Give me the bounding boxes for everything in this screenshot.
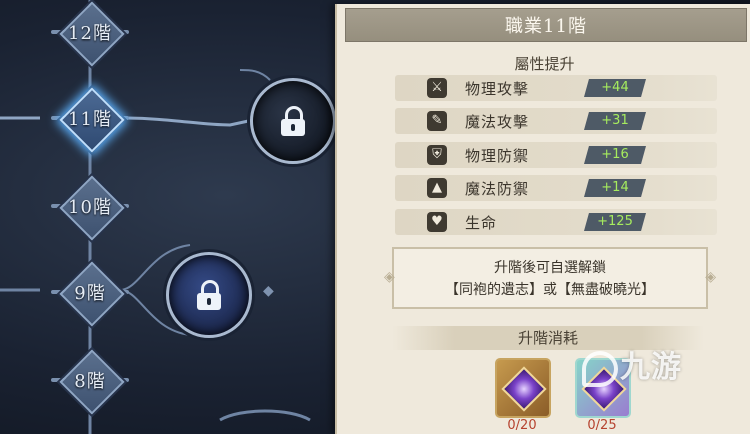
wand-icon: ✎	[427, 111, 447, 131]
rank-tree: 12階 11階 10階 9階 8階 ◆	[0, 0, 336, 434]
unlock-line-2: 【同袍的遺志】或【無盡破曉光】	[445, 282, 655, 298]
attribute-header: 屬性提升	[514, 55, 575, 73]
stat-row-magic-defense: ▲ 魔法防禦 +14	[395, 175, 717, 201]
watermark-logo-icon	[582, 350, 618, 387]
rank-node-label: 9階	[74, 283, 106, 304]
heart-icon: ♥	[427, 212, 447, 232]
stat-value: +14	[584, 179, 646, 197]
stat-row-physical-attack: ⚔ 物理攻擊 +44	[395, 75, 717, 101]
stat-name: 魔法防禦	[465, 180, 530, 198]
stat-name: 物理防禦	[465, 147, 530, 165]
stat-name: 魔法攻擊	[465, 113, 530, 131]
rank-node-11[interactable]: 11階	[51, 87, 129, 153]
rank-node-label: 10階	[68, 197, 112, 218]
cost-item-count: 0/25	[587, 418, 617, 433]
rank-node-9[interactable]: 9階	[51, 261, 129, 327]
watermark-text: 九游	[620, 350, 682, 385]
rank-node-label: 11階	[68, 109, 112, 130]
sword-icon: ⚔	[427, 78, 447, 98]
rank-node-label: 12階	[68, 23, 112, 44]
stat-name: 物理攻擊	[465, 80, 530, 98]
lock-icon	[280, 106, 306, 136]
stat-value: +44	[584, 79, 646, 97]
stat-row-magic-attack: ✎ 魔法攻擊 +31	[395, 108, 717, 134]
diamond-ornament-icon: ◆	[263, 283, 274, 299]
stat-value: +31	[584, 112, 646, 130]
panel-title: 職業11階	[345, 8, 747, 42]
rank-node-12[interactable]: 12階	[51, 1, 129, 67]
rank-detail-panel: 職業11階 屬性提升 ⚔ 物理攻擊 +44 ✎ 魔法攻擊 +31 ⛨ 物理防禦 …	[335, 4, 750, 434]
watermark-logo: 九游	[582, 342, 682, 387]
cost-item-count: 0/20	[507, 418, 537, 433]
unlock-line-1: 升階後可自選解鎖	[494, 260, 606, 276]
stat-value: +16	[584, 146, 646, 164]
ornament-right-icon: ◈	[705, 269, 716, 285]
locked-skill-orb-lower[interactable]	[166, 252, 252, 338]
stat-name: 生命	[465, 214, 498, 232]
shield-icon: ⛨	[427, 145, 447, 165]
stat-row-physical-defense: ⛨ 物理防禦 +16	[395, 142, 717, 168]
panel-title-text: 職業11階	[505, 16, 587, 37]
gold-gem-item-icon	[501, 366, 547, 412]
lock-icon	[196, 280, 222, 310]
cost-item-gold-gem[interactable]	[495, 358, 551, 418]
rank-node-8[interactable]: 8階	[51, 349, 129, 415]
rank-node-label: 8階	[74, 371, 106, 392]
stat-row-health: ♥ 生命 +125	[395, 209, 717, 235]
locked-skill-orb-upper[interactable]	[250, 78, 336, 164]
unlock-info-box: ◈ ◈ 升階後可自選解鎖 【同袍的遺志】或【無盡破曉光】	[384, 247, 716, 309]
wizard-hat-icon: ▲	[427, 178, 447, 198]
stat-value: +125	[584, 213, 646, 231]
rank-node-10[interactable]: 10階	[51, 175, 129, 241]
